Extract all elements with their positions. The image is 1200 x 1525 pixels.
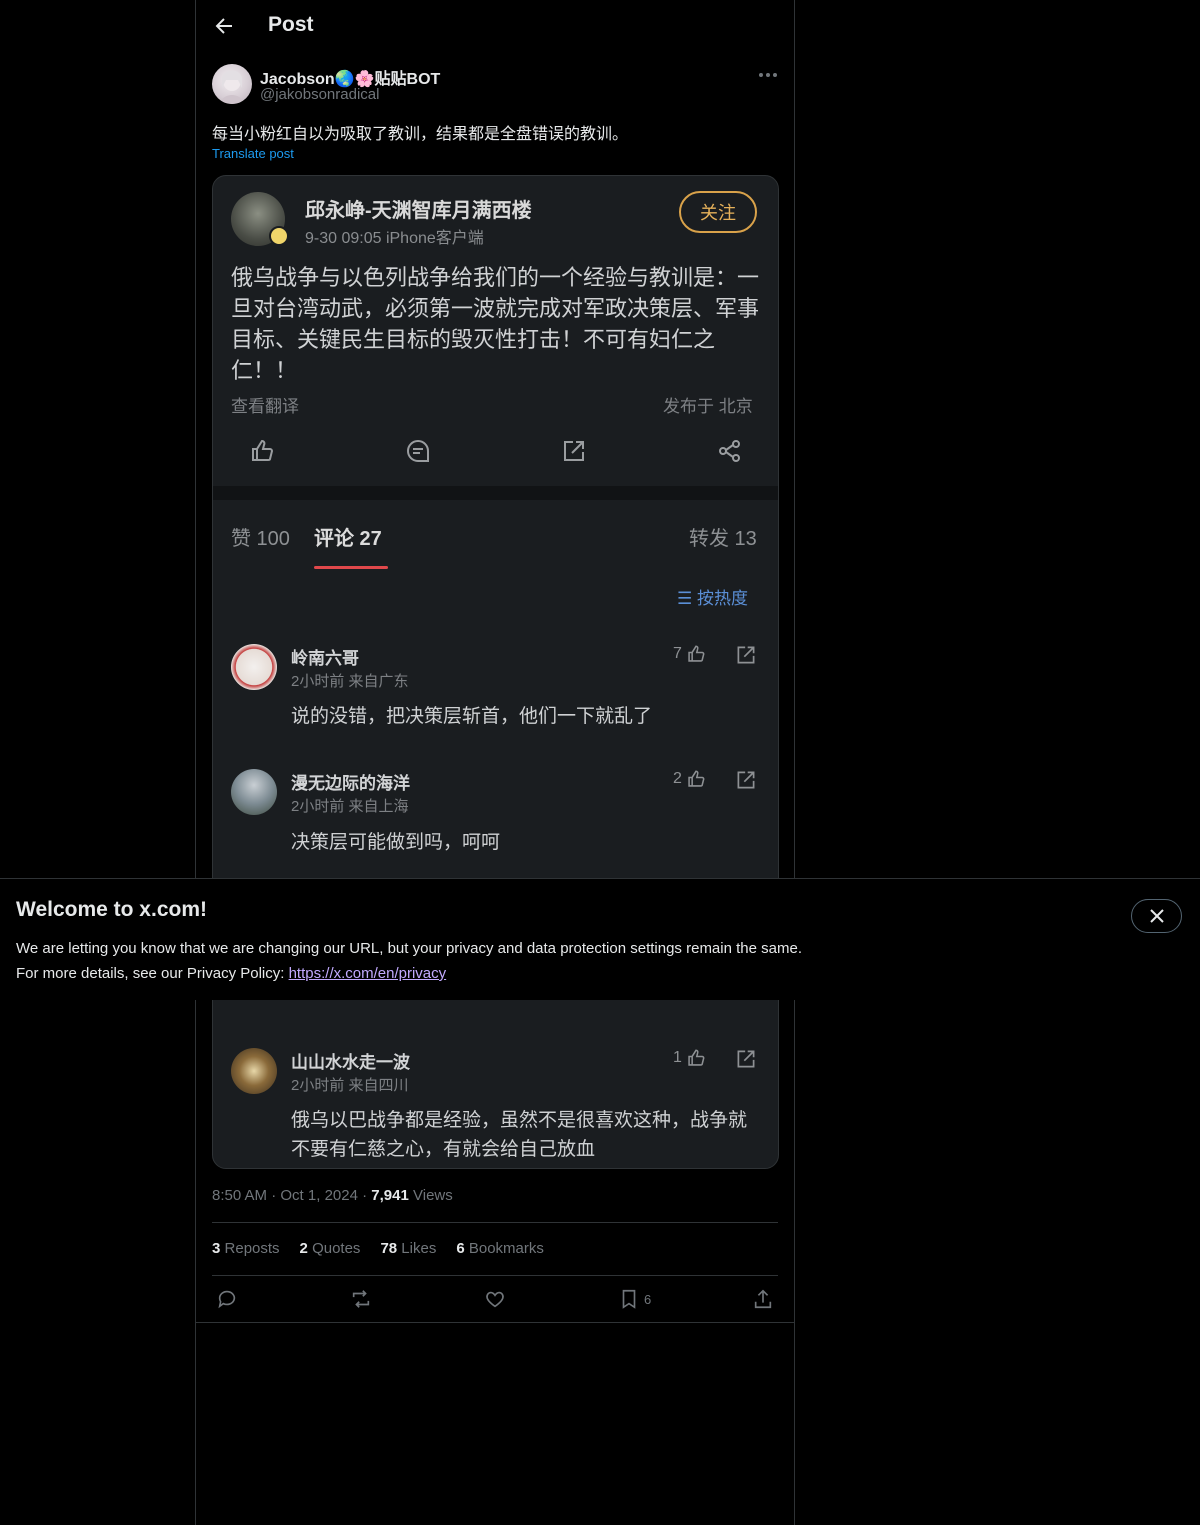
- thumbs-up-icon: [688, 645, 705, 662]
- comment-meta: 2小时前 来自上海: [291, 798, 409, 815]
- embedded-follow-button: 关注: [679, 191, 757, 233]
- comment-avatar: [231, 769, 277, 815]
- engagement-stats: 3 Reposts 2 Quotes 78 Likes 6 Bookmarks: [212, 1240, 544, 1257]
- close-icon: [1149, 909, 1164, 923]
- repost-icon[interactable]: [350, 1288, 372, 1310]
- banner-line-1: We are letting you know that we are chan…: [16, 940, 802, 957]
- comment-avatar: [231, 644, 277, 690]
- post-text: 每当小粉红自以为吸取了教训，结果都是全盘错误的教训。: [212, 126, 629, 143]
- comment-bubble-icon: [405, 438, 431, 464]
- comment-share-icon: [735, 769, 757, 791]
- embedded-section-divider: [213, 486, 778, 500]
- reply-icon[interactable]: [216, 1288, 238, 1310]
- page-title: Post: [268, 13, 314, 36]
- share-nodes-icon: [717, 438, 743, 464]
- banner-title: Welcome to x.com!: [16, 898, 207, 921]
- comment-text: 决策层可能做到吗，呵呵: [291, 832, 501, 853]
- repost-out-icon: [561, 438, 587, 464]
- comment-author: 岭南六哥: [291, 649, 359, 668]
- post-timestamp: 8:50 AM · Oct 1, 2024 · 7,941 Views: [212, 1187, 453, 1204]
- bookmark-count: 6: [644, 1292, 652, 1307]
- reposts-label: Reposts: [224, 1240, 280, 1257]
- thumbs-up-icon: [688, 1049, 705, 1066]
- comment-avatar: [231, 1048, 277, 1094]
- embedded-sort-label: ☰ 按热度: [677, 589, 748, 608]
- author-avatar[interactable]: [212, 64, 252, 104]
- embedded-tab-reposts: 转发 13: [689, 528, 757, 550]
- comment-share-icon: [735, 1048, 757, 1070]
- comment-like: 1: [673, 1048, 706, 1068]
- embedded-tab-likes: 赞 100: [231, 528, 290, 550]
- back-arrow-icon[interactable]: [212, 14, 236, 38]
- embedded-location: 发布于 北京: [663, 397, 753, 416]
- main-column: Post Jacobson🌏🌸贴贴BOT @jakobsonradical 每当…: [195, 0, 795, 1525]
- bookmarks-label: Bookmarks: [468, 1240, 544, 1257]
- likes-stat[interactable]: 78 Likes: [380, 1240, 436, 1257]
- likes-count: 78: [380, 1240, 398, 1257]
- embedded-tab-comments: 评论 27: [314, 528, 382, 550]
- comment-text: 说的没错，把决策层斩首，他们一下就乱了: [291, 706, 653, 727]
- close-banner-button[interactable]: [1131, 899, 1182, 933]
- active-tab-underline: [314, 566, 388, 569]
- views-count: 7,941: [371, 1187, 409, 1204]
- embedded-author-name: 邱永峥-天渊智库月满西楼: [305, 200, 532, 222]
- quotes-stat[interactable]: 2 Quotes: [300, 1240, 361, 1257]
- translate-post-link[interactable]: Translate post: [212, 146, 294, 161]
- likes-label: Likes: [401, 1240, 437, 1257]
- bookmarks-count: 6: [456, 1240, 465, 1257]
- views-label: Views: [413, 1187, 453, 1204]
- reposts-stat[interactable]: 3 Reposts: [212, 1240, 280, 1257]
- divider: [196, 1322, 794, 1323]
- embedded-post-body: 俄乌战争与以色列战争给我们的一个经验与教训是：一旦对台湾动武，必须第一波就完成对…: [231, 265, 760, 383]
- divider: [212, 1222, 778, 1223]
- comment-like-count: 7: [673, 645, 682, 662]
- more-options-icon[interactable]: [752, 63, 784, 87]
- quotes-label: Quotes: [312, 1240, 361, 1257]
- like-heart-icon[interactable]: [484, 1288, 506, 1310]
- comment-share-icon: [735, 644, 757, 666]
- comment-text: 俄乌以巴战争都是经验，虽然不是很喜欢这种，战争就不要有仁慈之心，有就会给自己放血: [291, 1110, 748, 1160]
- embedded-translate-label: 查看翻译: [231, 397, 299, 416]
- privacy-policy-link[interactable]: https://x.com/en/privacy: [289, 965, 447, 982]
- comment-like-count: 1: [673, 1049, 682, 1066]
- share-icon[interactable]: [752, 1288, 774, 1310]
- comment-meta: 2小时前 来自广东: [291, 673, 409, 690]
- comment-meta: 2小时前 来自四川: [291, 1077, 409, 1094]
- divider: [212, 1275, 778, 1276]
- banner-text: We are letting you know that we are chan…: [16, 936, 1016, 986]
- bookmarks-stat[interactable]: 6 Bookmarks: [456, 1240, 544, 1257]
- post-media-image[interactable]: 邱永峥-天渊智库月满西楼 9-30 09:05 iPhone客户端 关注 俄乌战…: [212, 175, 779, 1169]
- author-handle[interactable]: @jakobsonradical: [260, 86, 379, 103]
- page-header: Post: [196, 0, 794, 54]
- comment-like-count: 2: [673, 770, 682, 787]
- vip-badge-icon: [269, 226, 289, 246]
- embedded-post-meta: 9-30 09:05 iPhone客户端: [305, 230, 484, 247]
- comment-like: 2: [673, 769, 706, 789]
- bookmark-icon[interactable]: [618, 1288, 640, 1310]
- reposts-count: 3: [212, 1240, 221, 1257]
- comment-author: 漫无边际的海洋: [291, 774, 410, 793]
- post-time[interactable]: 8:50 AM: [212, 1187, 267, 1204]
- banner-line-2: For more details, see our Privacy Policy…: [16, 961, 1016, 986]
- post-date[interactable]: Oct 1, 2024: [280, 1187, 358, 1204]
- comment-author: 山山水水走一波: [291, 1053, 410, 1072]
- quotes-count: 2: [299, 1240, 308, 1257]
- banner-line-2-prefix: For more details, see our Privacy Policy…: [16, 965, 289, 982]
- comment-like: 7: [673, 644, 706, 664]
- thumbs-up-icon: [688, 770, 705, 787]
- sort-label-text: 按热度: [696, 589, 748, 608]
- embedded-action-row: [213, 432, 778, 472]
- welcome-banner: Welcome to x.com! We are letting you kno…: [0, 878, 1200, 1000]
- thumbs-up-icon: [249, 438, 275, 464]
